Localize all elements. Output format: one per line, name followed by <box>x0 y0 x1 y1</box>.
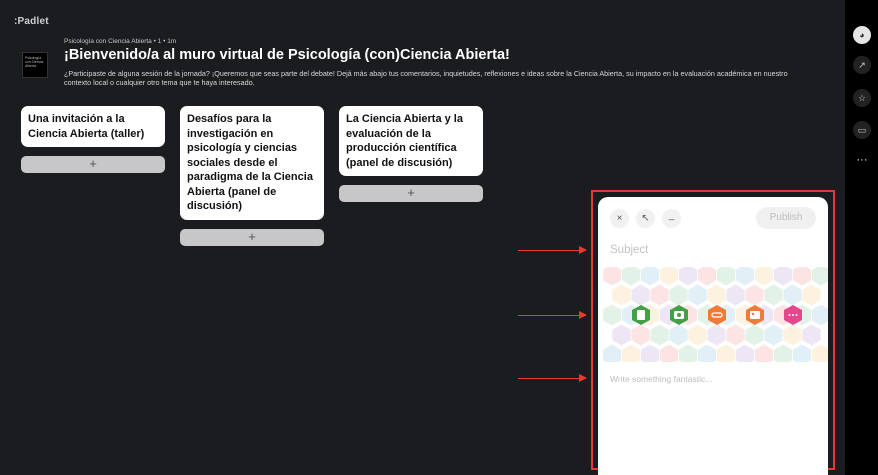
column-header-card[interactable]: Desafíos para la investigación en psicol… <box>180 106 324 220</box>
hex-tile <box>707 284 726 306</box>
hex-tile <box>659 267 679 286</box>
hex-tile <box>650 284 669 306</box>
expand-icon[interactable]: ↖ <box>636 209 655 228</box>
hex-tile <box>802 324 821 346</box>
hex-tile <box>697 267 717 286</box>
hex-tile <box>716 267 736 286</box>
hex-tile <box>745 324 764 346</box>
hex-tile <box>735 267 755 286</box>
hex-tile <box>773 344 793 362</box>
hex-tile <box>621 344 641 362</box>
hex-tile <box>603 304 622 326</box>
minimize-icon[interactable]: _ <box>662 209 681 228</box>
hex-tile <box>745 284 764 306</box>
column-1: Una invitación a la Ciencia Abierta (tal… <box>21 106 165 173</box>
hex-tile <box>754 267 774 286</box>
add-post-button[interactable]: + <box>21 156 165 173</box>
post-composer: × ↖ _ Publish Subject Write something fa… <box>598 197 828 475</box>
hex-tile <box>631 324 650 346</box>
hex-tile <box>603 267 622 286</box>
right-toolbar: ◕ ↗ ☆ ▭ ··· <box>845 0 878 475</box>
hex-tile <box>688 284 707 306</box>
hex-tile <box>688 324 707 346</box>
hex-tile <box>678 344 698 362</box>
board-thumbnail: Psicología con Ciencia Abierta <box>22 52 48 78</box>
board-title: ¡Bienvenido/a al muro virtual de Psicolo… <box>64 47 510 63</box>
hex-tile <box>631 284 650 306</box>
hex-tile <box>802 284 821 306</box>
close-icon[interactable]: × <box>610 209 629 228</box>
subject-input[interactable]: Subject <box>610 244 648 256</box>
hex-tile <box>621 267 641 286</box>
hex-tile <box>811 267 828 286</box>
board-meta: Psicología con Ciencia Abierta • 1 • 1m <box>64 38 177 45</box>
annotation-arrow <box>518 374 587 382</box>
board-description: ¿Participaste de alguna sesión de la jor… <box>64 69 788 87</box>
hex-tile <box>726 324 745 346</box>
hex-tile <box>669 324 688 346</box>
column-header-card[interactable]: La Ciencia Abierta y la evaluación de la… <box>339 106 483 176</box>
star-icon[interactable]: ☆ <box>853 89 871 107</box>
column-3: La Ciencia Abierta y la evaluación de la… <box>339 106 483 202</box>
hex-tile <box>792 267 812 286</box>
post-body-input[interactable]: Write something fantastic... <box>610 374 712 384</box>
hex-tile <box>783 324 802 346</box>
hex-tile <box>659 344 679 362</box>
hex-tile <box>764 324 783 346</box>
hex-tile <box>697 344 717 362</box>
hex-tile <box>678 267 698 286</box>
avatar[interactable]: ◕ <box>853 26 871 44</box>
annotation-arrow <box>518 311 587 319</box>
hex-tile <box>669 284 688 306</box>
attachment-hex-grid <box>603 267 828 362</box>
hex-tile <box>640 267 660 286</box>
hex-tile <box>773 267 793 286</box>
publish-button[interactable]: Publish <box>756 207 816 229</box>
hex-tile <box>792 344 812 362</box>
column-2: Desafíos para la investigación en psicol… <box>180 106 324 246</box>
padlet-logo[interactable]: :Padlet <box>14 16 49 27</box>
column-header-card[interactable]: Una invitación a la Ciencia Abierta (tal… <box>21 106 165 147</box>
share-icon[interactable]: ↗ <box>853 56 871 74</box>
hex-tile <box>783 284 802 306</box>
hex-tile <box>735 344 755 362</box>
hex-tile <box>764 284 783 306</box>
hex-tile <box>811 304 828 326</box>
hex-tile <box>811 344 828 362</box>
add-post-button[interactable]: + <box>180 228 324 246</box>
hex-tile <box>716 344 736 362</box>
hex-tile <box>650 324 669 346</box>
more-options-icon[interactable]: ··· <box>853 151 871 169</box>
slideshow-icon[interactable]: ▭ <box>853 121 871 139</box>
hex-tile <box>707 324 726 346</box>
hex-tile <box>640 344 660 362</box>
hex-tile <box>754 344 774 362</box>
add-post-button[interactable]: + <box>339 185 483 202</box>
hex-tile <box>612 324 631 346</box>
hex-tile <box>603 344 622 362</box>
annotation-arrow <box>518 246 587 254</box>
hex-tile <box>726 284 745 306</box>
hex-tile <box>612 284 631 306</box>
